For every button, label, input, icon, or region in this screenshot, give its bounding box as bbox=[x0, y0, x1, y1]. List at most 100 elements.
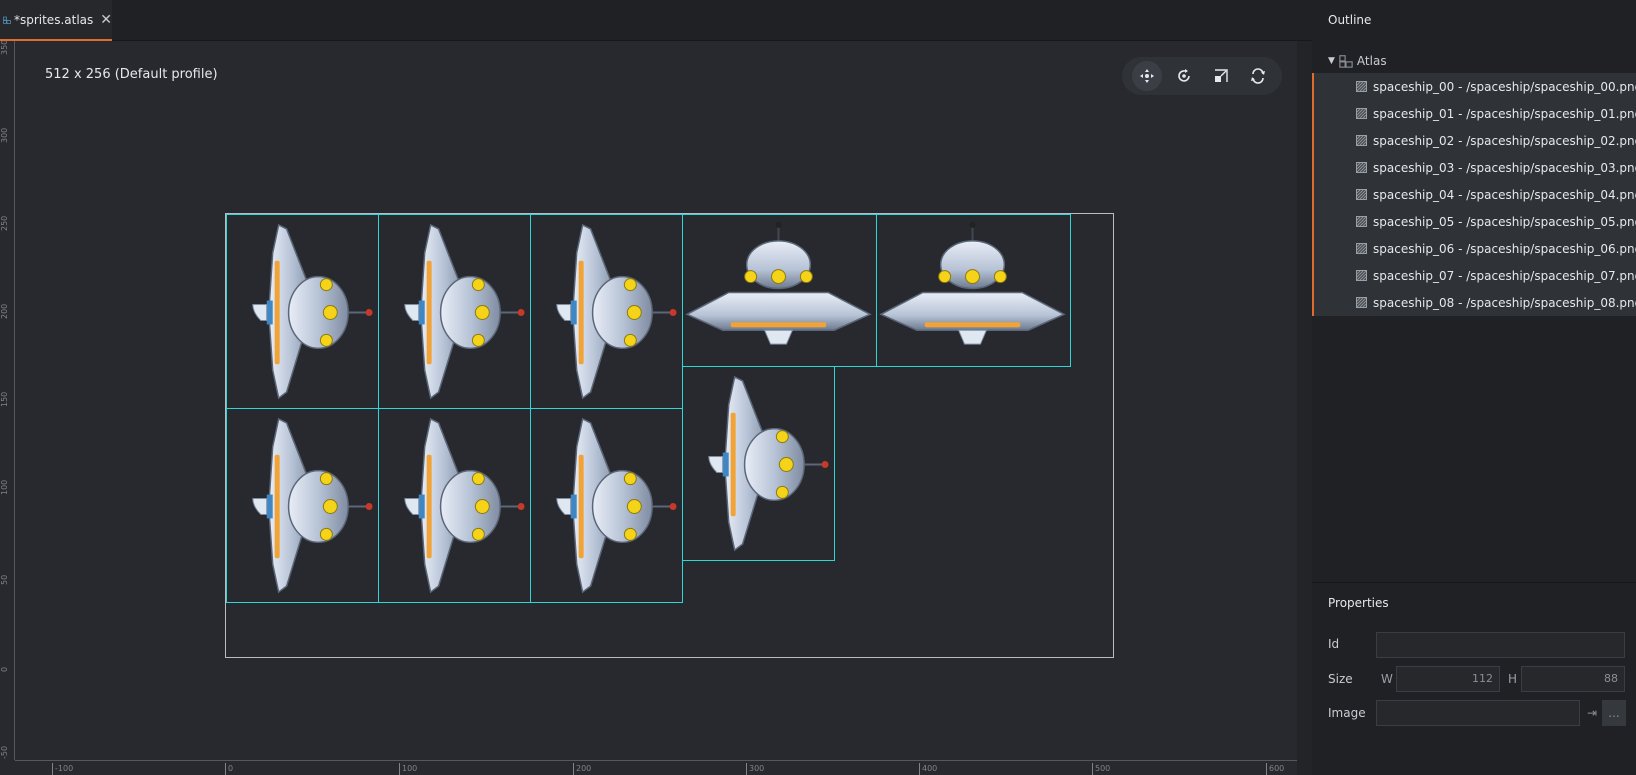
outline-item-label: spaceship_08 - /spaceship/spaceship_08.p… bbox=[1373, 295, 1636, 310]
outline-title: Outline bbox=[1328, 13, 1372, 27]
image-icon bbox=[1356, 162, 1367, 173]
image-icon bbox=[1356, 135, 1367, 146]
sprite-spaceship-04[interactable] bbox=[876, 214, 1071, 367]
rotate-tool-button[interactable] bbox=[1169, 61, 1199, 91]
scale-tool-button[interactable] bbox=[1206, 61, 1236, 91]
outline-item[interactable]: spaceship_07 - /spaceship/spaceship_07.p… bbox=[1314, 262, 1636, 289]
horizontal-ruler: -100 0 100 200 300 400 500 600 bbox=[15, 760, 1297, 775]
outline-item[interactable]: spaceship_03 - /spaceship/spaceship_03.p… bbox=[1314, 154, 1636, 181]
outline-item[interactable]: spaceship_01 - /spaceship/spaceship_01.p… bbox=[1314, 100, 1636, 127]
tab-sprites-atlas[interactable]: *sprites.atlas ✕ bbox=[0, 0, 112, 41]
image-field[interactable] bbox=[1376, 700, 1580, 726]
outline-item[interactable]: spaceship_05 - /spaceship/spaceship_05.p… bbox=[1314, 208, 1636, 235]
image-icon bbox=[1356, 216, 1367, 227]
ruler-tick: -100 bbox=[52, 763, 73, 775]
rotate-icon bbox=[1177, 69, 1190, 82]
tree-root-label: Atlas bbox=[1356, 54, 1387, 68]
ruler-tick: 0 bbox=[225, 763, 233, 775]
resize-icon bbox=[1250, 68, 1265, 84]
tab-label: *sprites.atlas bbox=[13, 12, 94, 27]
sprite-spaceship-08[interactable] bbox=[682, 366, 835, 561]
move-tool-button[interactable] bbox=[1131, 61, 1162, 91]
outline-tree-list: spaceship_00 - /spaceship/spaceship_00.p… bbox=[1312, 73, 1636, 316]
properties-panel: Properties Id Size W 112 H 88 Image ⇥ ..… bbox=[1312, 583, 1636, 775]
sprite-spaceship-00[interactable] bbox=[226, 214, 379, 409]
ruler-tick: 0 bbox=[0, 666, 9, 672]
size-label: Size bbox=[1328, 672, 1353, 686]
id-label: Id bbox=[1328, 637, 1340, 651]
atlas-size-info: 512 x 256 (Default profile) bbox=[45, 67, 218, 82]
outline-item[interactable]: spaceship_08 - /spaceship/spaceship_08.p… bbox=[1314, 289, 1636, 316]
id-field[interactable] bbox=[1376, 632, 1625, 658]
image-icon bbox=[1356, 270, 1367, 281]
image-icon bbox=[1356, 81, 1367, 92]
outline-item-label: spaceship_07 - /spaceship/spaceship_07.p… bbox=[1373, 268, 1636, 283]
outline-item-label: spaceship_00 - /spaceship/spaceship_00.p… bbox=[1373, 79, 1636, 94]
vertical-ruler: 350 300 250 200 150 100 50 0 -50 bbox=[0, 41, 15, 760]
outline-item[interactable]: spaceship_02 - /spaceship/spaceship_02.p… bbox=[1314, 127, 1636, 154]
ruler-tick: 150 bbox=[0, 391, 9, 407]
scale-icon bbox=[1214, 69, 1228, 82]
ruler-tick: 300 bbox=[746, 763, 764, 775]
properties-title: Properties bbox=[1328, 596, 1389, 610]
outline-item-label: spaceship_06 - /spaceship/spaceship_06.p… bbox=[1373, 241, 1636, 256]
spaceship-side-sprite bbox=[555, 223, 678, 400]
image-icon bbox=[1356, 189, 1367, 200]
outline-item-label: spaceship_01 - /spaceship/spaceship_01.p… bbox=[1373, 106, 1636, 121]
close-icon[interactable]: ✕ bbox=[100, 13, 112, 27]
width-field[interactable]: 112 bbox=[1396, 666, 1500, 692]
ruler-tick: 50 bbox=[0, 574, 9, 585]
spaceship-side-sprite bbox=[251, 417, 374, 594]
ruler-tick: 400 bbox=[919, 763, 937, 775]
browse-image-button[interactable]: ... bbox=[1602, 700, 1626, 726]
ruler-tick: 350 bbox=[0, 41, 9, 55]
sprite-spaceship-06[interactable] bbox=[378, 408, 531, 603]
scene-toolbar bbox=[1122, 57, 1282, 95]
ruler-tick: 200 bbox=[573, 763, 591, 775]
ruler-tick: 250 bbox=[0, 215, 9, 231]
sprite-spaceship-05[interactable] bbox=[226, 408, 379, 603]
goto-image-button[interactable]: ⇥ bbox=[1582, 700, 1602, 726]
atlas-icon bbox=[1339, 55, 1353, 68]
resize-tool-button[interactable] bbox=[1243, 61, 1273, 91]
image-icon bbox=[1356, 108, 1367, 119]
atlas-bounds bbox=[225, 213, 1114, 658]
ruler-tick: -50 bbox=[0, 745, 9, 759]
outline-item[interactable]: spaceship_00 - /spaceship/spaceship_00.p… bbox=[1314, 73, 1636, 100]
outline-item[interactable]: spaceship_06 - /spaceship/spaceship_06.p… bbox=[1314, 235, 1636, 262]
height-label: H bbox=[1508, 672, 1518, 686]
outline-item-label: spaceship_04 - /spaceship/spaceship_04.p… bbox=[1373, 187, 1636, 202]
ruler-tick: 500 bbox=[1092, 763, 1110, 775]
tree-root-atlas[interactable]: ▼ Atlas bbox=[1328, 52, 1387, 70]
spaceship-front-sprite bbox=[685, 220, 872, 346]
scene-view[interactable]: 512 x 256 (Default profile) 350 300 250 … bbox=[0, 41, 1297, 775]
outline-item-label: spaceship_02 - /spaceship/spaceship_02.p… bbox=[1373, 133, 1636, 148]
outline-item[interactable]: spaceship_04 - /spaceship/spaceship_04.p… bbox=[1314, 181, 1636, 208]
sprite-spaceship-03[interactable] bbox=[682, 214, 877, 367]
width-label: W bbox=[1381, 672, 1393, 686]
outline-panel: Outline ▼ Atlas spaceship_00 - /spaceshi… bbox=[1312, 0, 1636, 582]
sprite-spaceship-02[interactable] bbox=[530, 214, 683, 409]
spaceship-side-sprite bbox=[403, 417, 526, 594]
height-field[interactable]: 88 bbox=[1521, 666, 1625, 692]
ruler-tick: 200 bbox=[0, 303, 9, 319]
atlas-icon bbox=[3, 16, 11, 24]
ruler-tick: 600 bbox=[1266, 763, 1284, 775]
image-label: Image bbox=[1328, 706, 1366, 720]
spaceship-front-sprite bbox=[879, 220, 1066, 346]
ruler-tick: 100 bbox=[399, 763, 417, 775]
spaceship-side-sprite bbox=[403, 223, 526, 400]
sprite-spaceship-01[interactable] bbox=[378, 214, 531, 409]
atlas-editor: *sprites.atlas ✕ 512 x 256 (Default prof… bbox=[0, 0, 1636, 775]
move-icon bbox=[1139, 69, 1154, 83]
outline-item-label: spaceship_05 - /spaceship/spaceship_05.p… bbox=[1373, 214, 1636, 229]
ruler-tick: 100 bbox=[0, 479, 9, 495]
outline-item-label: spaceship_03 - /spaceship/spaceship_03.p… bbox=[1373, 160, 1636, 175]
spaceship-side-sprite bbox=[251, 223, 374, 400]
sprite-spaceship-07[interactable] bbox=[530, 408, 683, 603]
tab-bar: *sprites.atlas ✕ bbox=[0, 0, 1312, 41]
spaceship-side-sprite bbox=[555, 417, 678, 594]
image-icon bbox=[1356, 243, 1367, 254]
image-icon bbox=[1356, 297, 1367, 308]
expand-triangle-icon[interactable]: ▼ bbox=[1328, 56, 1335, 66]
